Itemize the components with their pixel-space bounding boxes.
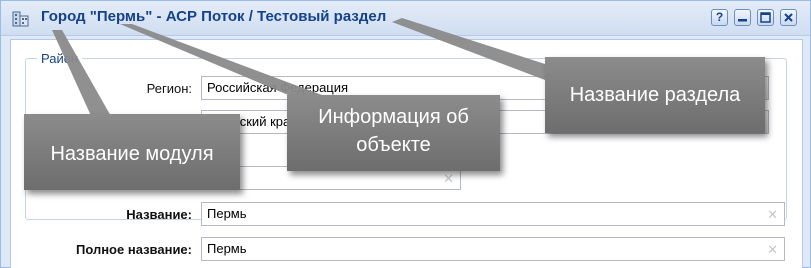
- callout-object-info-text: Информация об объекте: [318, 106, 469, 156]
- callout-module-name-text: Название модуля: [50, 143, 214, 165]
- callout-module-name: Название модуля: [24, 114, 240, 190]
- callout-section-name-text: Название раздела: [569, 84, 741, 106]
- callout-object-info: Информация об объекте: [287, 95, 500, 171]
- callout-section-name: Название раздела: [545, 57, 765, 133]
